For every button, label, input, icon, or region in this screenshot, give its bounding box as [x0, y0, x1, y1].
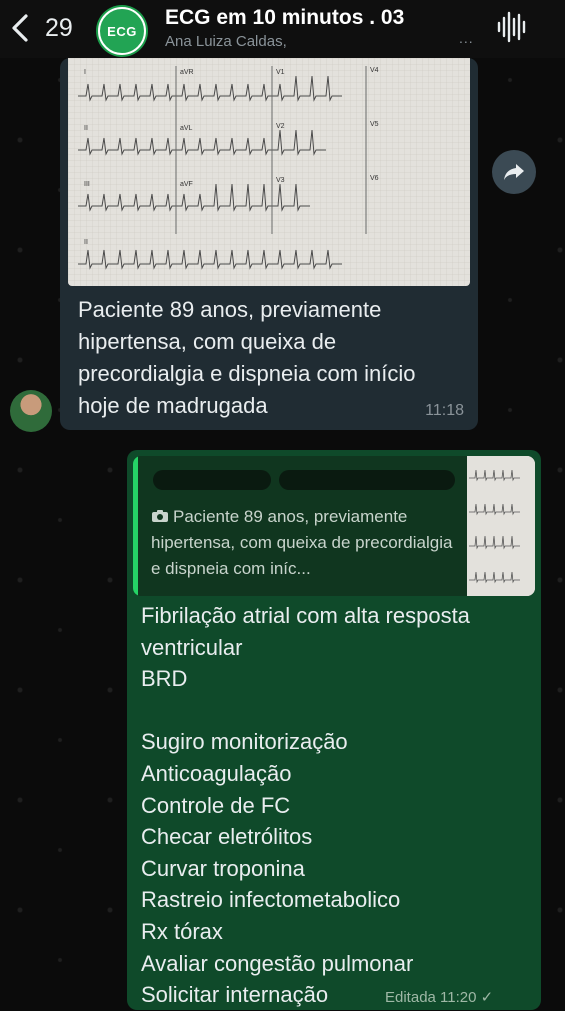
message-time: 11:18 — [425, 402, 464, 419]
incoming-message[interactable]: I aVR V1 V4 II aVL V2 V5 III aVF V3 V6 I… — [60, 58, 478, 430]
ecg-tracing: I aVR V1 V4 II aVL V2 V5 III aVF V3 V6 I… — [68, 58, 470, 286]
message-line: ventricular — [141, 634, 243, 660]
quote-accent-bar — [133, 456, 138, 596]
camera-icon — [152, 510, 168, 522]
lead-label: V3 — [276, 177, 285, 184]
lead-label: V6 — [370, 175, 379, 182]
message-line: Curvar troponina — [141, 855, 305, 881]
quoted-message[interactable]: Paciente 89 anos, previamente hipertensa… — [133, 456, 535, 596]
lead-label: II — [84, 125, 88, 132]
lead-label: I — [84, 69, 86, 76]
message-line — [141, 695, 531, 727]
lead-label: V2 — [276, 123, 285, 130]
lead-label: V1 — [276, 69, 285, 76]
lead-label: V5 — [370, 121, 379, 128]
message-line: Controle de FC — [141, 792, 291, 818]
ecg-image[interactable]: I aVR V1 V4 II aVL V2 V5 III aVF V3 V6 I… — [68, 58, 470, 286]
lead-label: aVL — [180, 125, 193, 132]
message-line: Anticoagulação — [141, 760, 292, 786]
chevron-left-icon — [12, 14, 28, 42]
message-text: Fibrilação atrial com alta resposta vent… — [141, 600, 531, 1011]
sender-avatar[interactable] — [10, 390, 52, 432]
quoted-image-thumbnail — [467, 456, 535, 596]
chat-header: 29 ECG ECG em 10 minutos . 03 Ana Luiza … — [0, 0, 565, 58]
forward-icon — [504, 164, 524, 180]
lead-label: III — [84, 181, 90, 188]
forward-button[interactable] — [492, 150, 536, 194]
chat-title-area[interactable]: ECG em 10 minutos . 03 Ana Luiza Caldas, — [165, 6, 465, 50]
message-line: Fibrilação atrial com alta resposta — [141, 603, 470, 628]
lead-label: V4 — [370, 67, 379, 74]
audio-wave-icon[interactable] — [494, 10, 528, 44]
message-line: Rastreio infectometabolico — [141, 887, 401, 913]
group-logo: ECG — [98, 7, 146, 55]
back-button[interactable] — [8, 10, 48, 46]
subtitle-ellipsis: ... — [459, 30, 474, 46]
message-line: Rx tórax — [141, 918, 223, 944]
redacted-name — [279, 470, 455, 490]
lead-label: aVF — [180, 181, 193, 188]
edited-label: Editada 11:20 ✓ — [385, 989, 494, 1006]
chat-subtitle: Ana Luiza Caldas, — [165, 33, 287, 50]
group-avatar[interactable]: ECG — [96, 5, 148, 57]
message-line: Sugiro monitorização — [141, 729, 348, 755]
lead-label: aVR — [180, 69, 194, 76]
outgoing-message[interactable]: Paciente 89 anos, previamente hipertensa… — [127, 450, 541, 1010]
chat-title: ECG em 10 minutos . 03 — [165, 6, 405, 29]
redacted-name — [153, 470, 271, 490]
quoted-text-content: Paciente 89 anos, previamente hipertensa… — [151, 507, 453, 578]
message-text: Paciente 89 anos, previamente hipertensa… — [78, 297, 416, 418]
lead-label: II — [84, 239, 88, 246]
message-line: Checar eletrólitos — [141, 824, 313, 850]
quoted-text: Paciente 89 anos, previamente hipertensa… — [151, 504, 461, 582]
unread-count[interactable]: 29 — [45, 14, 73, 43]
message-line: BRD — [141, 666, 188, 692]
message-line: Avaliar congestão pulmonar — [141, 950, 414, 976]
